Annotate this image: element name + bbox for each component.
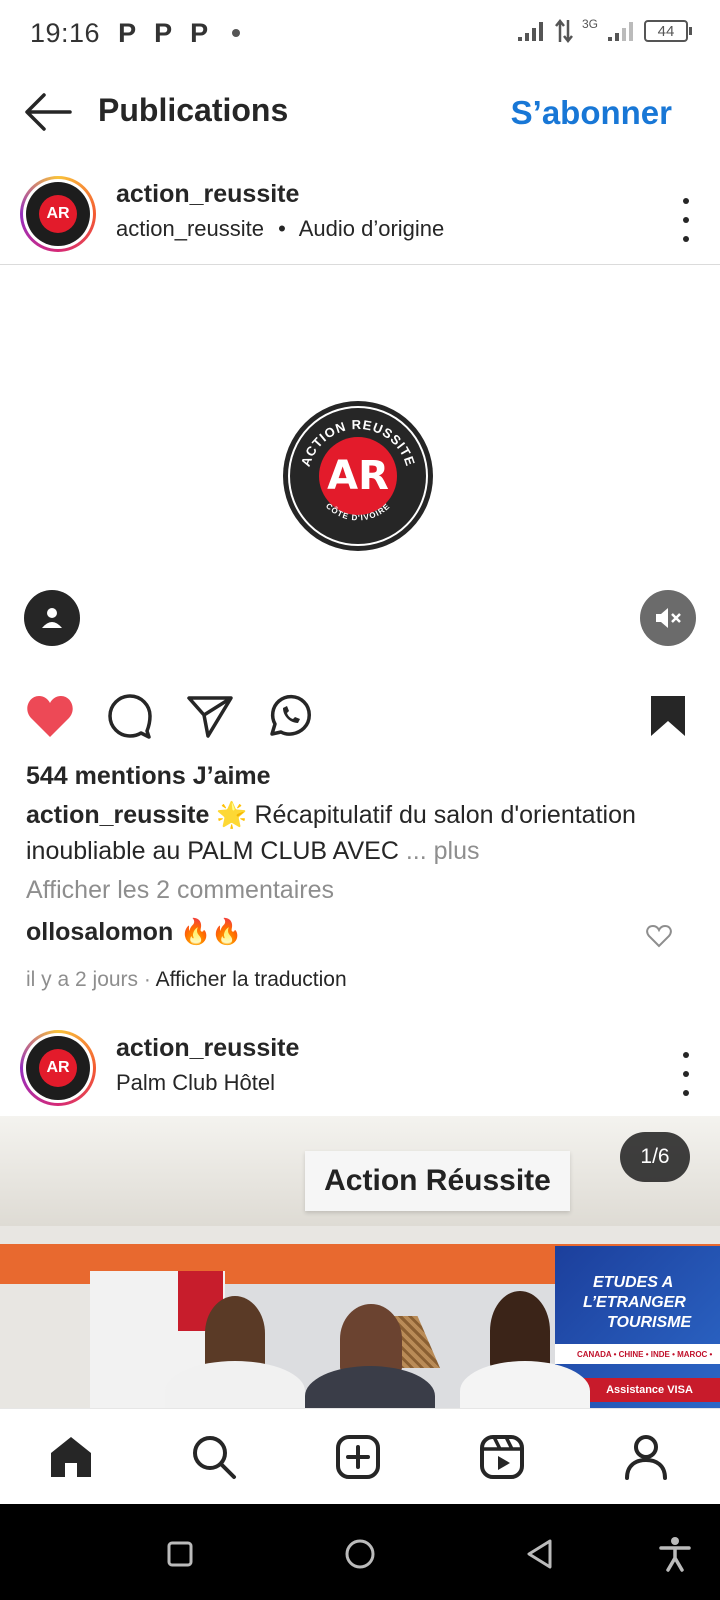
status-indicators: 3G 44 <box>516 17 692 44</box>
svg-text:CÔTE D'IVOIRE: CÔTE D'IVOIRE <box>324 501 392 522</box>
separator-dot: · <box>143 968 151 991</box>
notification-p-icon: P <box>154 17 173 48</box>
battery-icon: 44 <box>644 20 692 42</box>
avatar[interactable]: AR <box>20 1030 96 1106</box>
recents-icon[interactable] <box>160 1534 200 1574</box>
likes-count[interactable]: 544 mentions J’aime <box>26 762 271 791</box>
banner-line: ETUDES A <box>593 1274 674 1291</box>
notification-p-icon: P <box>190 17 209 48</box>
create-icon[interactable] <box>332 1431 384 1483</box>
more-options-icon[interactable] <box>674 1052 698 1096</box>
banner-line: L’ETRANGER <box>583 1294 686 1311</box>
home-circle-icon[interactable] <box>340 1534 380 1574</box>
subscribe-button[interactable]: S’abonner <box>511 94 672 132</box>
booth-sign: Action Réussite <box>305 1151 570 1211</box>
avatar-logo-initials: AR <box>38 1048 78 1088</box>
profile-icon[interactable] <box>620 1431 672 1483</box>
more-options-icon[interactable] <box>674 198 698 242</box>
home-icon[interactable] <box>45 1431 97 1483</box>
post-actions <box>0 690 720 746</box>
whatsapp-icon[interactable] <box>264 690 316 742</box>
avatar[interactable]: AR <box>20 176 96 252</box>
caption-username[interactable]: action_reussite <box>26 801 209 829</box>
person <box>205 1296 265 1371</box>
post-media-photo[interactable]: Action Réussite ETUDES A L’ETRANGER TOUR… <box>0 1116 720 1408</box>
comment-like-heart-icon[interactable] <box>646 924 672 948</box>
signal-icon <box>517 22 543 41</box>
search-icon[interactable] <box>188 1431 240 1483</box>
translate-link[interactable]: Afficher la traduction <box>156 968 347 991</box>
status-time: 19:16 <box>30 17 101 48</box>
data-transfer-icon <box>555 18 573 44</box>
comment-icon[interactable] <box>104 690 156 742</box>
comment-row: ollosalomon 🔥🔥 <box>26 918 242 947</box>
bookmark-icon[interactable] <box>642 690 694 742</box>
comment-username[interactable]: ollosalomon <box>26 918 173 946</box>
notification-p-icon: P <box>118 17 137 48</box>
back-arrow-icon[interactable] <box>22 88 74 136</box>
status-bar: 19:16 P P P 3G 44 <box>0 0 720 66</box>
person <box>490 1291 550 1371</box>
banner-countries: CANADA • CHINE • INDE • MAROC • <box>555 1344 720 1364</box>
post-header: AR action_reussite action_reussite • Aud… <box>0 164 720 264</box>
avatar-logo-initials: AR <box>38 194 78 234</box>
post-location[interactable]: Palm Club Hôtel <box>116 1070 275 1096</box>
comment-meta: il y a 2 jours · Afficher la traduction <box>26 968 347 992</box>
signal-icon <box>608 22 633 41</box>
accessibility-icon[interactable] <box>655 1534 695 1574</box>
carousel-counter: 1/6 <box>620 1132 690 1182</box>
share-icon[interactable] <box>184 690 236 742</box>
brand-logo: AR ACTION REUSSITE CÔTE D'IVOIRE <box>283 401 433 551</box>
banner-visa: Assistance VISA <box>577 1378 720 1402</box>
post-username[interactable]: action_reussite <box>116 180 299 209</box>
network-type-label: 3G <box>581 17 598 31</box>
svg-text:ACTION REUSSITE: ACTION REUSSITE <box>298 417 418 468</box>
like-heart-icon[interactable] <box>24 690 76 742</box>
caption-emoji: 🌟 <box>216 801 248 829</box>
more-notifications-dot-icon <box>232 29 241 37</box>
top-bar: Publications S’abonner <box>0 66 720 160</box>
audio-owner: action_reussite <box>116 216 264 241</box>
audio-line[interactable]: action_reussite • Audio d’origine <box>116 216 444 242</box>
audio-label: Audio d’origine <box>298 216 445 241</box>
back-triangle-icon[interactable] <box>520 1534 560 1574</box>
bottom-navigation <box>0 1408 720 1504</box>
comment-text: 🔥🔥 <box>180 918 243 946</box>
banner-line: TOURISME <box>607 1314 692 1331</box>
reels-icon[interactable] <box>476 1431 528 1483</box>
mute-icon[interactable] <box>640 590 696 646</box>
post-caption: action_reussite 🌟 Récapitulatif du salon… <box>26 797 696 869</box>
page-title: Publications <box>98 92 289 128</box>
system-navigation-bar <box>0 1504 720 1600</box>
separator-dot: • <box>278 216 286 241</box>
post-media-video[interactable]: AR ACTION REUSSITE CÔTE D'IVOIRE <box>0 265 720 667</box>
caption-more-link[interactable]: ... plus <box>406 837 480 865</box>
comment-time: il y a 2 jours <box>26 968 139 991</box>
tagged-users-icon[interactable] <box>24 590 80 646</box>
logo-lettering: ACTION REUSSITE CÔTE D'IVOIRE <box>298 417 418 523</box>
post-header: AR action_reussite Palm Club Hôtel <box>0 1016 720 1116</box>
person <box>340 1304 402 1374</box>
post-username[interactable]: action_reussite <box>116 1034 299 1063</box>
view-comments-link[interactable]: Afficher les 2 commentaires <box>26 876 334 905</box>
